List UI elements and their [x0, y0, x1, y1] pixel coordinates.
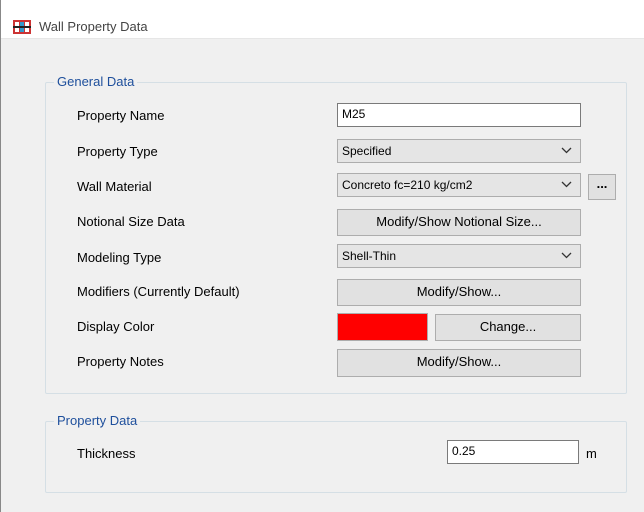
- thickness-label: Thickness: [77, 446, 136, 461]
- property-name-label: Property Name: [77, 108, 165, 123]
- wall-material-browse-button[interactable]: ...: [588, 174, 616, 200]
- property-notes-button[interactable]: Modify/Show...: [337, 349, 581, 377]
- modeling-type-select[interactable]: Shell-Thin: [337, 244, 581, 268]
- property-type-select[interactable]: Specified: [337, 139, 581, 163]
- wall-property-dialog: Wall Property Data General Data Property…: [0, 0, 644, 512]
- property-notes-label: Property Notes: [77, 354, 164, 369]
- change-color-button[interactable]: Change...: [435, 314, 581, 341]
- modeling-type-label: Modeling Type: [77, 250, 162, 265]
- general-data-group: [45, 82, 627, 394]
- display-color-swatch: [337, 313, 428, 341]
- thickness-input[interactable]: 0.25: [447, 440, 579, 464]
- property-type-value: Specified: [342, 144, 392, 158]
- app-icon: [13, 20, 31, 34]
- general-data-legend: General Data: [54, 74, 138, 89]
- notional-size-label: Notional Size Data: [77, 214, 185, 229]
- chevron-down-icon: [561, 252, 572, 259]
- title-bar: Wall Property Data: [1, 0, 644, 39]
- wall-material-select[interactable]: Concreto fc=210 kg/cm2: [337, 173, 581, 197]
- property-data-legend: Property Data: [54, 413, 141, 428]
- modifiers-label: Modifiers (Currently Default): [77, 284, 240, 299]
- wall-material-value: Concreto fc=210 kg/cm2: [342, 178, 473, 192]
- property-type-label: Property Type: [77, 144, 158, 159]
- notional-size-button[interactable]: Modify/Show Notional Size...: [337, 209, 581, 236]
- modifiers-button[interactable]: Modify/Show...: [337, 279, 581, 306]
- window-title: Wall Property Data: [39, 19, 148, 34]
- thickness-unit: m: [586, 446, 597, 461]
- wall-material-label: Wall Material: [77, 179, 152, 194]
- display-color-label: Display Color: [77, 319, 155, 334]
- chevron-down-icon: [561, 181, 572, 188]
- modeling-type-value: Shell-Thin: [342, 249, 397, 263]
- property-name-input[interactable]: M25: [337, 103, 581, 127]
- chevron-down-icon: [561, 147, 572, 154]
